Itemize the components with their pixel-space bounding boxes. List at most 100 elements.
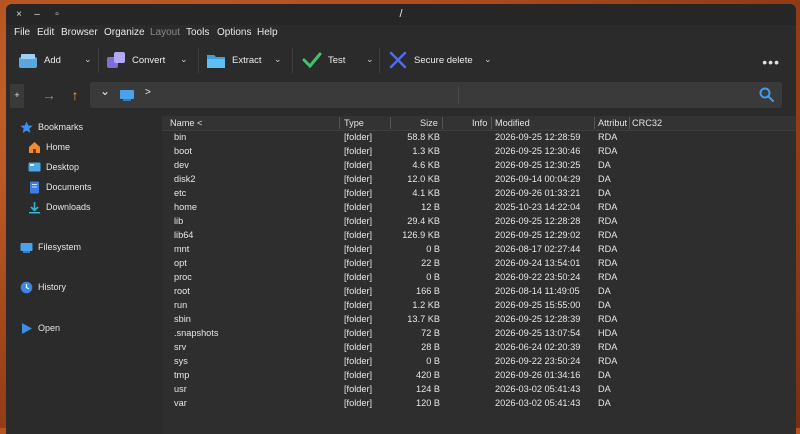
file-name: tmp [174, 370, 190, 380]
sidebar-label: Downloads [46, 202, 91, 212]
file-attributes: DA [598, 174, 611, 184]
menu-organize[interactable]: Organize [104, 27, 145, 38]
convert-icon [107, 52, 125, 68]
root-drive-icon[interactable] [120, 89, 134, 101]
new-tab-button[interactable]: + [10, 84, 24, 108]
test-chevron-icon[interactable]: ⌄ [366, 54, 374, 65]
extract-chevron-icon[interactable]: ⌄ [274, 54, 282, 65]
file-row[interactable]: opt [folder] 22 B 2026-09-24 13:54:01 RDA [162, 257, 796, 271]
file-type: [folder] [344, 230, 373, 240]
desktop-icon [28, 162, 41, 172]
file-row[interactable]: proc [folder] 0 B 2026-09-22 23:50:24 RDA [162, 271, 796, 285]
convert-label: Convert [132, 55, 166, 66]
sidebar-label: Filesystem [38, 242, 82, 252]
file-row[interactable]: lib [folder] 29.4 KB 2026-09-25 12:28:28 RDA [162, 215, 796, 229]
menu-help[interactable]: Help [257, 27, 278, 38]
search-icon[interactable] [759, 87, 774, 102]
column-header-size[interactable]: Size [420, 118, 438, 128]
secure-delete-chevron-icon[interactable]: ⌄ [484, 54, 492, 65]
file-row[interactable]: bin [folder] 58.8 KB 2026-09-25 12:28:59 RDA [162, 131, 796, 145]
file-attributes: HDA [598, 328, 618, 338]
menu-edit[interactable]: Edit [37, 27, 54, 38]
file-row[interactable]: var [folder] 120 B 2026-03-02 05:41:43 DA [162, 397, 796, 411]
forward-arrow-icon[interactable]: → [40, 84, 58, 108]
menu-layout[interactable]: Layout [150, 27, 180, 38]
file-size: 12.0 KB [407, 174, 440, 184]
toolbar-separator [98, 48, 99, 73]
file-row[interactable]: run [folder] 1.2 KB 2026-09-25 15:55:00 DA [162, 299, 796, 313]
column-header-name[interactable]: Name < [170, 118, 202, 128]
secure-delete-button[interactable]: Secure delete ⌄ [382, 42, 496, 78]
file-row[interactable]: sbin [folder] 13.7 KB 2026-09-25 12:28:39 RD… [162, 313, 796, 327]
column-separator[interactable] [390, 117, 391, 129]
toolbar-separator [292, 48, 293, 73]
file-list: Name < Type Size Info Modified Attribut … [162, 116, 796, 434]
file-row[interactable]: .snapshots [folder] 72 B 2026-09-25 13:07:5… [162, 327, 796, 341]
column-header-crc32[interactable]: CRC32 [632, 118, 662, 128]
add-button[interactable]: Add ⌄ [12, 42, 96, 78]
file-size: 0 B [426, 244, 440, 254]
file-type: [folder] [344, 174, 373, 184]
file-row[interactable]: etc [folder] 4.1 KB 2026-09-26 01:33:21 DA [162, 187, 796, 201]
file-attributes: DA [598, 384, 611, 394]
column-header-info[interactable]: Info [472, 118, 487, 128]
column-separator[interactable] [442, 117, 443, 129]
file-modified: 2026-09-25 15:55:00 [495, 300, 581, 310]
column-header-type[interactable]: Type [344, 118, 364, 128]
file-modified: 2026-09-25 12:30:25 [495, 160, 581, 170]
add-label: Add [44, 55, 61, 66]
secure-delete-x-icon [389, 51, 407, 69]
file-row[interactable]: sys [folder] 0 B 2026-09-22 23:50:24 RDA [162, 355, 796, 369]
file-row[interactable]: srv [folder] 28 B 2026-06-24 02:20:39 RDA [162, 341, 796, 355]
address-bar[interactable]: ⌄ > [90, 82, 782, 108]
file-type: [folder] [344, 300, 373, 310]
convert-chevron-icon[interactable]: ⌄ [180, 54, 188, 65]
file-name: disk2 [174, 174, 196, 184]
menu-tools[interactable]: Tools [186, 27, 209, 38]
test-button[interactable]: Test ⌄ [296, 42, 376, 78]
file-row[interactable]: disk2 [folder] 12.0 KB 2026-09-14 00:04:29 D… [162, 173, 796, 187]
file-name: run [174, 300, 188, 310]
file-size: 13.7 KB [407, 314, 440, 324]
test-label: Test [328, 55, 346, 66]
menu-options[interactable]: Options [217, 27, 251, 38]
file-type: [folder] [344, 286, 373, 296]
path-dropdown-chevron-icon[interactable]: ⌄ [100, 84, 110, 98]
file-type: [folder] [344, 356, 373, 366]
file-row[interactable]: boot [folder] 1.3 KB 2026-09-25 12:30:46 RDA [162, 145, 796, 159]
file-row[interactable]: dev [folder] 4.6 KB 2026-09-25 12:30:25 DA [162, 159, 796, 173]
menu-browser[interactable]: Browser [61, 27, 98, 38]
add-chevron-icon[interactable]: ⌄ [84, 54, 92, 65]
file-row[interactable]: home [folder] 12 B 2025-10-23 14:22:04 RDA [162, 201, 796, 215]
file-name: srv [174, 342, 187, 352]
up-arrow-icon[interactable]: ↑ [66, 84, 84, 108]
column-separator[interactable] [629, 117, 630, 129]
file-row[interactable]: mnt [folder] 0 B 2026-08-17 02:27:44 RDA [162, 243, 796, 257]
convert-button[interactable]: Convert ⌄ [100, 42, 196, 78]
column-header-attributes[interactable]: Attribut [598, 118, 627, 128]
file-size: 1.3 KB [412, 146, 440, 156]
file-modified: 2026-09-25 12:29:02 [495, 230, 581, 240]
menu-file[interactable]: File [14, 27, 30, 38]
file-row[interactable]: root [folder] 166 B 2026-08-14 11:49:05 DA [162, 285, 796, 299]
file-size: 124 B [415, 384, 440, 394]
file-modified: 2026-09-25 12:28:59 [495, 132, 581, 142]
file-row[interactable]: tmp [folder] 420 B 2026-09-26 01:34:16 DA [162, 369, 796, 383]
breadcrumb-separator[interactable]: > [145, 87, 151, 98]
file-size: 28 B [421, 342, 440, 352]
file-name: opt [174, 258, 187, 268]
file-row[interactable]: usr [folder] 124 B 2026-03-02 05:41:43 DA [162, 383, 796, 397]
extract-button[interactable]: Extract ⌄ [200, 42, 290, 78]
column-separator[interactable] [491, 117, 492, 129]
file-modified: 2026-08-14 11:49:05 [495, 286, 580, 296]
more-options-icon[interactable]: ••• [762, 54, 780, 70]
file-row[interactable]: lib64 [folder] 126.9 KB 2026-09-25 12:29:02… [162, 229, 796, 243]
download-arrow-icon [29, 202, 40, 214]
column-header-modified[interactable]: Modified [495, 118, 530, 128]
secure-delete-label: Secure delete [414, 55, 473, 66]
column-separator[interactable] [594, 117, 595, 129]
toolbar-separator [379, 48, 380, 73]
file-size: 4.1 KB [412, 188, 440, 198]
file-name: lib [174, 216, 184, 226]
column-separator[interactable] [339, 117, 340, 129]
